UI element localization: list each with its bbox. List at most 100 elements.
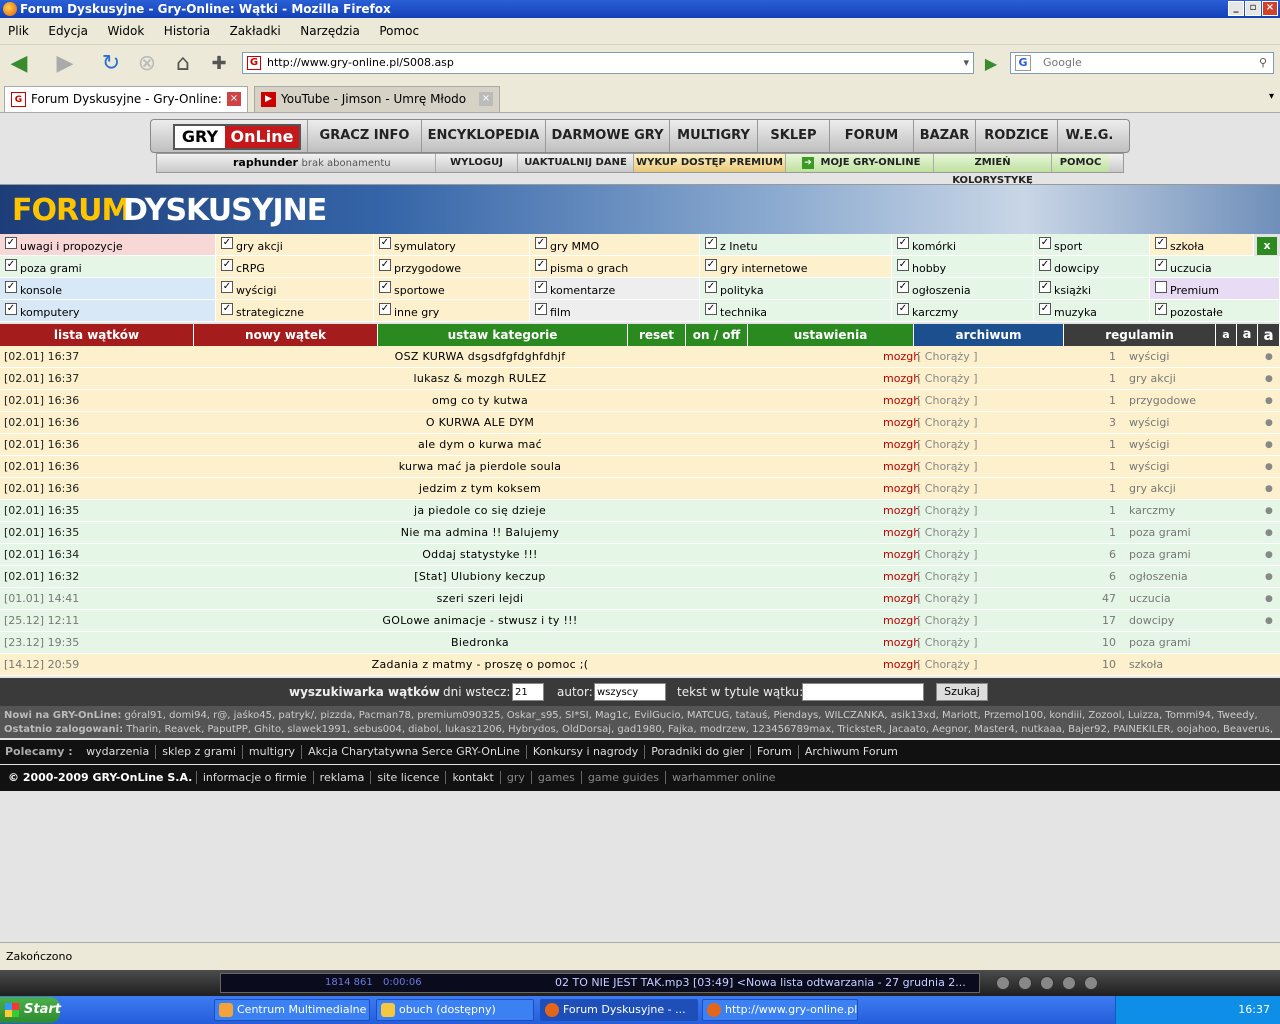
nav-multigry[interactable]: MULTIGRY <box>669 120 757 152</box>
thread-title[interactable]: [Stat] Ulubiony keczup <box>260 566 700 588</box>
close-button[interactable]: × <box>1262 1 1278 16</box>
footer-link[interactable]: site licence <box>370 771 445 784</box>
thread-title[interactable]: O KURWA ALE DYM <box>260 412 700 434</box>
thread-author[interactable]: mozgh <box>883 610 920 632</box>
username[interactable]: raphunder <box>233 156 298 169</box>
thread-author[interactable]: mozgh <box>883 478 920 500</box>
maximize-button[interactable]: ▫ <box>1245 1 1261 16</box>
category-checkbox[interactable]: ✓ <box>5 259 17 271</box>
url-dropdown-icon[interactable]: ▾ <box>963 53 969 73</box>
font-medium-button[interactable]: a <box>1237 324 1258 346</box>
thread-author[interactable]: mozgh <box>883 346 920 368</box>
category-item[interactable]: Premium <box>1150 278 1280 300</box>
thread-title[interactable]: Oddaj statystyke !!! <box>260 544 700 566</box>
clock[interactable]: 16:37 <box>1238 1003 1270 1016</box>
font-large-button[interactable]: a <box>1258 324 1280 346</box>
category-checkbox[interactable]: ✓ <box>705 259 717 271</box>
thread-row[interactable]: [02.01] 16:32 [Stat] Ulubiony keczup mozgh… <box>0 566 1280 588</box>
tab-list-icon[interactable]: ▾ <box>1269 91 1274 102</box>
bookmark-add-icon[interactable]: ✚ <box>206 51 232 77</box>
thread-row[interactable]: [02.01] 16:35 Nie ma admina !! Balujemy mo… <box>0 522 1280 544</box>
thread-author[interactable]: mozgh <box>883 390 920 412</box>
menu-historia[interactable]: Historia <box>156 18 218 44</box>
next-icon[interactable] <box>1062 976 1076 990</box>
category-checkbox[interactable]: ✓ <box>705 281 717 293</box>
thread-title[interactable]: Biedronka <box>260 632 700 654</box>
menu-narzedzia[interactable]: Narzędzia <box>292 18 368 44</box>
font-small-button[interactable]: a <box>1216 324 1237 346</box>
stop-icon[interactable]: ⊗ <box>134 51 160 77</box>
buy-premium-link[interactable]: WYKUP DOSTĘP PREMIUM <box>633 154 785 172</box>
category-checkbox[interactable]: ✓ <box>221 303 233 315</box>
category-checkbox[interactable]: ✓ <box>1155 237 1167 249</box>
nav-encyklopedia[interactable]: ENCYKLOPEDIA <box>421 120 545 152</box>
category-checkbox[interactable]: ✓ <box>535 281 547 293</box>
category-item[interactable]: ✓ pozostałe <box>1150 300 1280 322</box>
thread-category[interactable]: ogłoszenia <box>1129 566 1188 588</box>
footer-link[interactable]: informacje o firmie <box>195 771 313 784</box>
nav-darmowe-gry[interactable]: DARMOWE GRY <box>545 120 669 152</box>
category-item[interactable]: ✓ inne gry <box>374 300 530 322</box>
category-item[interactable]: ✓ poza grami <box>0 256 216 278</box>
menu-zakladki[interactable]: Zakładki <box>222 18 289 44</box>
thread-title[interactable]: ale dym o kurwa mać <box>260 434 700 456</box>
category-checkbox[interactable]: ✓ <box>1039 303 1051 315</box>
thread-row[interactable]: [02.01] 16:36 kurwa mać ja pierdole soula… <box>0 456 1280 478</box>
category-item[interactable]: ✓ gry internetowe <box>700 256 892 278</box>
menu-pomoc[interactable]: Pomoc <box>371 18 427 44</box>
thread-title[interactable]: lukasz & mozgh RULEZ <box>260 368 700 390</box>
thread-title[interactable]: GOLowe animacje - stwusz i ty !!! <box>260 610 700 632</box>
thread-author[interactable]: mozgh <box>883 412 920 434</box>
thread-author[interactable]: mozgh <box>883 632 920 654</box>
category-item[interactable]: ✓ pisma o grach <box>530 256 700 278</box>
last-logged-list[interactable]: Tharin, Reavek, PaputPP, Ghito, slawek19… <box>126 724 1273 735</box>
go-icon[interactable]: ▶ <box>978 51 1004 77</box>
category-checkbox[interactable]: ✓ <box>1155 303 1167 315</box>
category-item[interactable]: ✓ komórki <box>892 234 1034 256</box>
menu-edycja[interactable]: Edycja <box>40 18 96 44</box>
thread-author[interactable]: mozgh <box>883 654 920 676</box>
nav-weg[interactable]: W.E.G. <box>1057 120 1121 152</box>
days-input[interactable] <box>512 683 544 701</box>
thread-title[interactable]: Zadania z matmy - proszę o pomoc ;( <box>260 654 700 676</box>
forward-icon[interactable]: ▶ <box>52 51 78 77</box>
category-item[interactable]: ✓ strategiczne <box>216 300 374 322</box>
search-button[interactable]: Szukaj <box>936 683 988 701</box>
task-gadu[interactable]: obuch (dostępny) <box>376 999 534 1021</box>
reload-icon[interactable]: ↻ <box>98 51 124 77</box>
category-checkbox[interactable]: ✓ <box>1155 259 1167 271</box>
recommend-link[interactable]: Forum <box>751 745 799 759</box>
thread-row[interactable]: [25.12] 12:11 GOLowe animacje - stwusz i … <box>0 610 1280 632</box>
thread-title[interactable]: OSZ KURWA dsgsdfgfdghfdhjf <box>260 346 700 368</box>
thread-category[interactable]: poza grami <box>1129 522 1191 544</box>
search-icon[interactable]: ⚲ <box>1259 53 1267 73</box>
settings-button[interactable]: ustawienia <box>748 324 914 346</box>
category-item[interactable]: ✓ komputery <box>0 300 216 322</box>
category-item[interactable]: ✓ hobby <box>892 256 1034 278</box>
thread-category[interactable]: wyścigi <box>1129 456 1169 478</box>
minimize-button[interactable]: _ <box>1228 1 1244 16</box>
category-checkbox[interactable]: ✓ <box>379 259 391 271</box>
thread-row[interactable]: [02.01] 16:36 O KURWA ALE DYM mozgh[ Chorą… <box>0 412 1280 434</box>
thread-title[interactable]: omg co ty kutwa <box>260 390 700 412</box>
category-checkbox[interactable]: ✓ <box>535 259 547 271</box>
tab-close-icon[interactable]: × <box>479 92 493 106</box>
new-thread-button[interactable]: nowy wątek <box>194 324 378 346</box>
update-data-link[interactable]: UAKTUALNIJ DANE <box>517 154 633 172</box>
category-item[interactable]: ✓ muzyka <box>1034 300 1150 322</box>
new-users-list[interactable]: góral91, domi94, r@, jaśko45, patryk/, p… <box>125 710 1258 721</box>
footer-link[interactable]: kontakt <box>445 771 499 784</box>
thread-row[interactable]: [23.12] 19:35 Biedronka mozgh[ Chorąży ] 10… <box>0 632 1280 654</box>
threads-list-button[interactable]: lista wątków <box>0 324 194 346</box>
category-item[interactable]: ✓ uwagi i propozycje <box>0 234 216 256</box>
recommend-link[interactable]: multigry <box>243 745 303 759</box>
category-checkbox[interactable]: ✓ <box>897 281 909 293</box>
rules-button[interactable]: regulamin <box>1064 324 1216 346</box>
category-item[interactable]: ✓ ogłoszenia <box>892 278 1034 300</box>
category-checkbox[interactable]: ✓ <box>897 237 909 249</box>
category-item[interactable]: ✓ przygodowe <box>374 256 530 278</box>
category-item[interactable]: ✓ cRPG <box>216 256 374 278</box>
nav-gracz-info[interactable]: GRACZ INFO <box>307 120 421 152</box>
thread-author[interactable]: mozgh <box>883 500 920 522</box>
category-checkbox[interactable]: ✓ <box>221 237 233 249</box>
